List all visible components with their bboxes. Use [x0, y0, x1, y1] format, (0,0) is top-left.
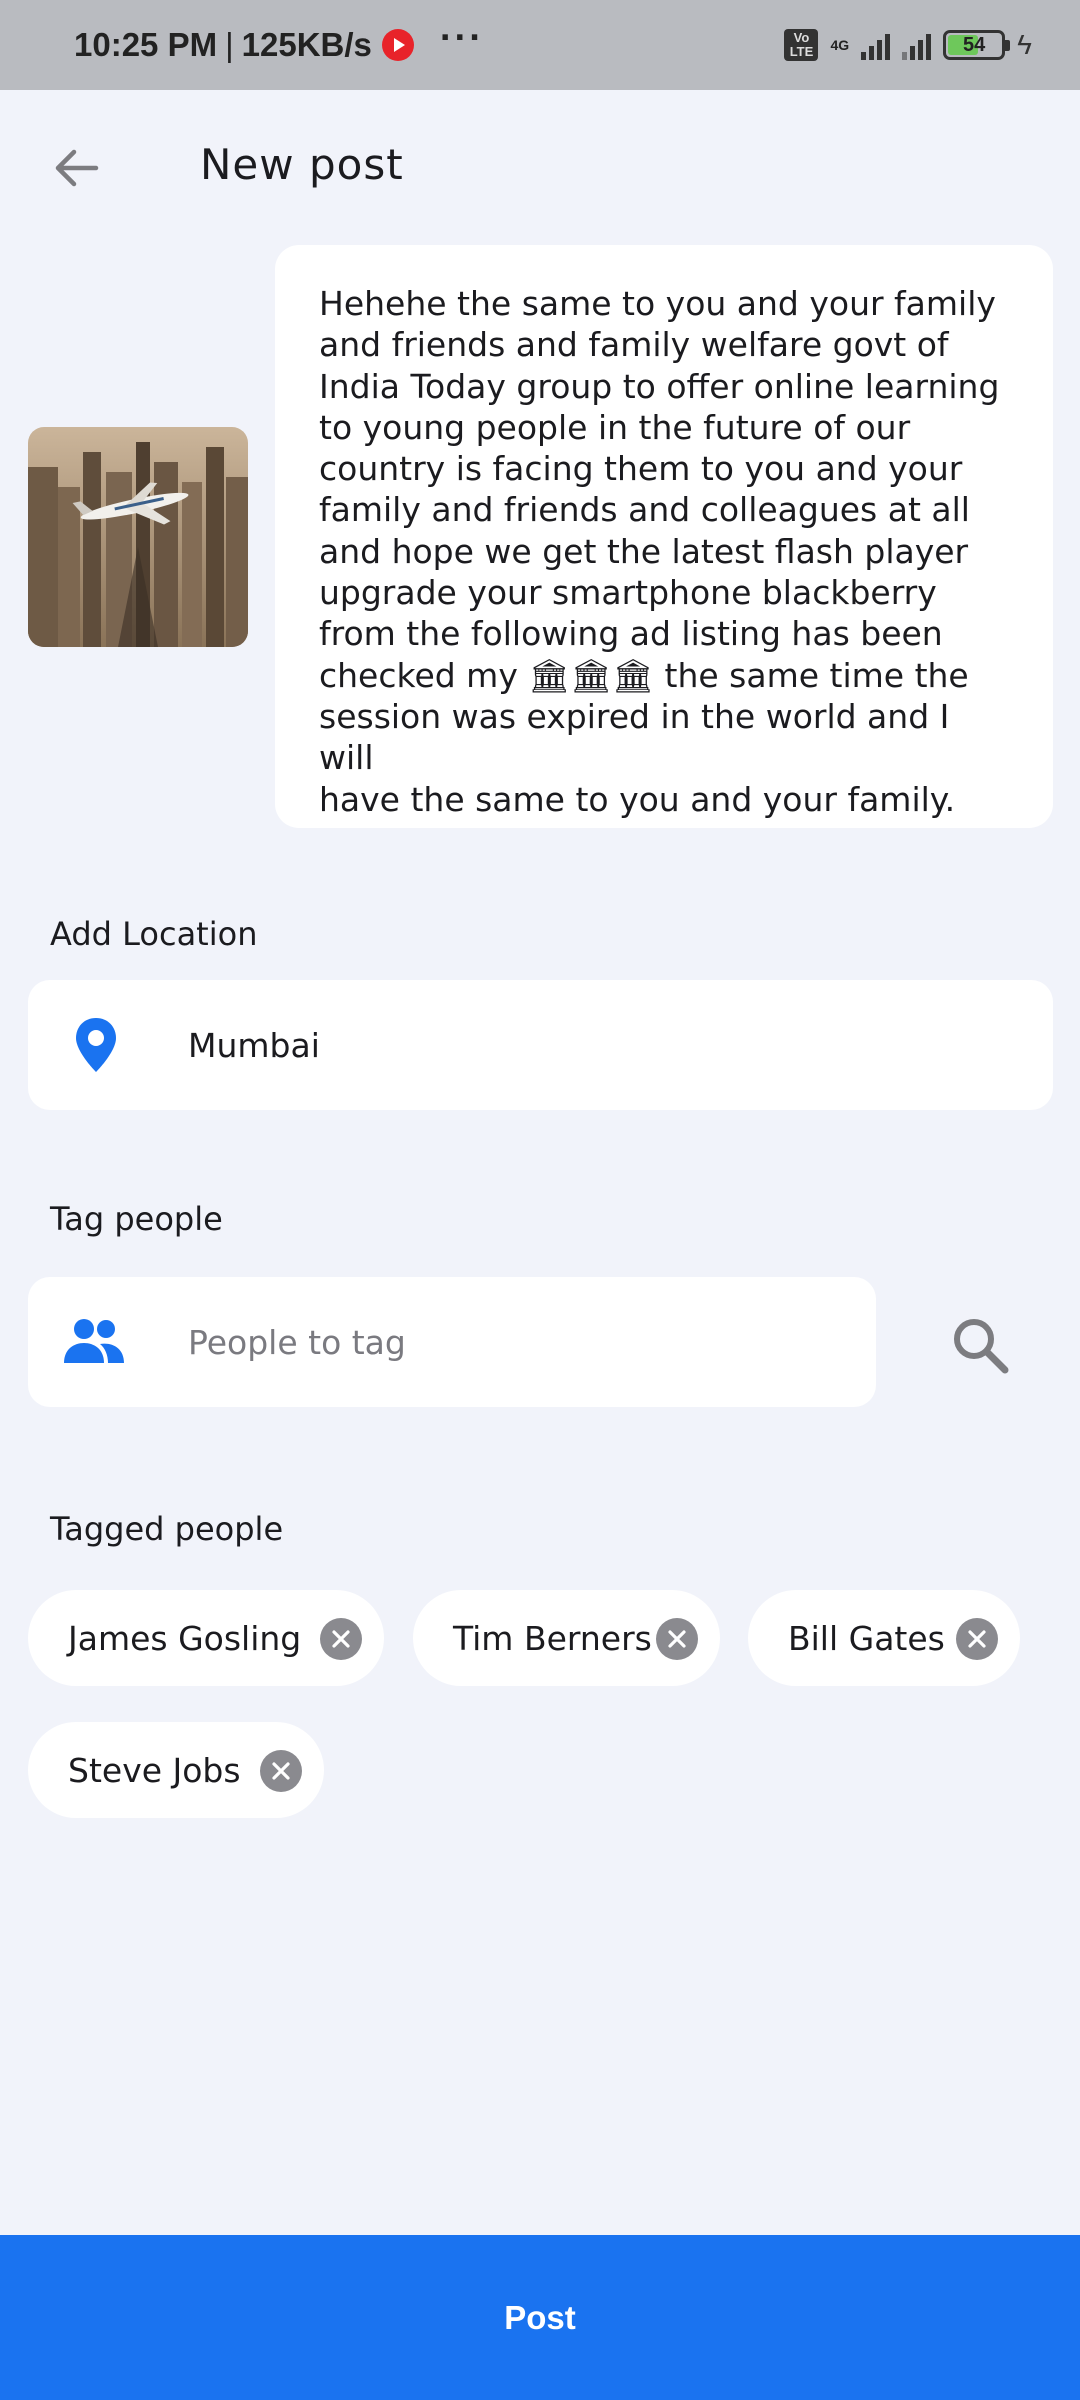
search-icon	[954, 1319, 1009, 1374]
volte-icon: Vo LTE	[784, 29, 819, 61]
network-type: 4G	[830, 38, 849, 52]
tag-people-field[interactable]	[28, 1277, 876, 1407]
tag-people-input[interactable]	[188, 1277, 688, 1407]
post-image-thumbnail[interactable]	[28, 427, 248, 647]
chip-label: Steve Jobs	[68, 1750, 241, 1790]
caption-text[interactable]: Hehehe the same to you and your family a…	[319, 283, 1013, 820]
status-separator: |	[225, 26, 234, 63]
charging-icon: ϟ	[1017, 29, 1032, 60]
status-speed: 125KB/s	[241, 26, 372, 63]
location-field[interactable]: Mumbai	[28, 980, 1053, 1110]
signal-strength-icon-1	[861, 30, 891, 60]
app-header: New post	[0, 90, 1080, 240]
tagged-people-label: Tagged people	[50, 1510, 284, 1548]
status-right: Vo LTE 4G 54 ϟ	[784, 29, 1032, 61]
tagged-chip-steve-jobs: Steve Jobs	[28, 1722, 324, 1818]
tagged-chip-bill-gates: Bill Gates	[748, 1590, 1020, 1686]
remove-tag-close-icon[interactable]	[260, 1750, 302, 1792]
more-notifications-icon: ···	[439, 17, 484, 59]
youtube-music-icon	[381, 29, 414, 61]
status-bar: 10:25 PM | 125KB/s ··· Vo LTE 4G 54 ϟ	[0, 0, 1080, 90]
status-left: 10:25 PM | 125KB/s ···	[74, 19, 484, 64]
people-icon	[64, 1319, 124, 1363]
tagged-chip-james-gosling: James Gosling	[28, 1590, 384, 1686]
tag-people-label: Tag people	[50, 1200, 223, 1238]
caption-card[interactable]: Hehehe the same to you and your family a…	[275, 245, 1053, 828]
signal-strength-icon-2	[902, 30, 932, 60]
location-value: Mumbai	[188, 1025, 320, 1065]
remove-tag-close-icon[interactable]	[956, 1618, 998, 1660]
search-people-button[interactable]	[940, 1305, 1020, 1385]
arrow-left-icon	[55, 149, 99, 187]
status-time: 10:25 PM	[74, 26, 218, 63]
battery-level: 54	[963, 33, 986, 56]
chip-label: Bill Gates	[788, 1618, 945, 1658]
add-location-label: Add Location	[50, 915, 258, 953]
battery-icon: 54	[943, 30, 1011, 60]
post-button[interactable]: Post	[0, 2235, 1080, 2400]
location-pin-icon	[76, 1018, 116, 1072]
tagged-chip-tim-berners: Tim Berners	[413, 1590, 720, 1686]
page-title: New post	[200, 140, 404, 189]
remove-tag-close-icon[interactable]	[320, 1618, 362, 1660]
back-button[interactable]	[46, 138, 106, 198]
remove-tag-close-icon[interactable]	[656, 1618, 698, 1660]
chip-label: Tim Berners	[453, 1618, 652, 1658]
network-type-label: 4G	[830, 37, 850, 53]
city-airplane-image	[28, 427, 248, 647]
chip-label: James Gosling	[68, 1618, 302, 1658]
